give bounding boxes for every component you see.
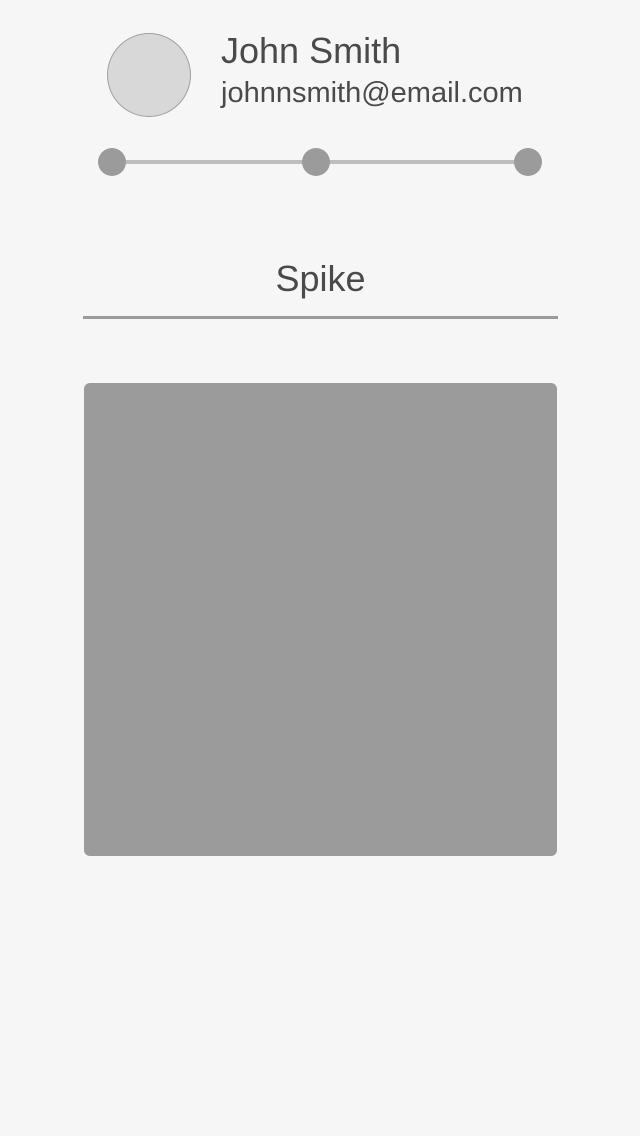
avatar[interactable] xyxy=(107,33,191,117)
progress-stepper xyxy=(98,148,542,176)
user-name: John Smith xyxy=(221,30,402,71)
step-2-dot[interactable] xyxy=(302,148,330,176)
image-placeholder[interactable] xyxy=(84,383,557,856)
user-email: johnnsmith@email.com xyxy=(221,77,523,109)
screen: John Smith johnnsmith@email.com Spike xyxy=(0,0,640,1136)
step-3-dot[interactable] xyxy=(514,148,542,176)
title-field[interactable]: Spike xyxy=(83,250,558,319)
step-1-dot[interactable] xyxy=(98,148,126,176)
